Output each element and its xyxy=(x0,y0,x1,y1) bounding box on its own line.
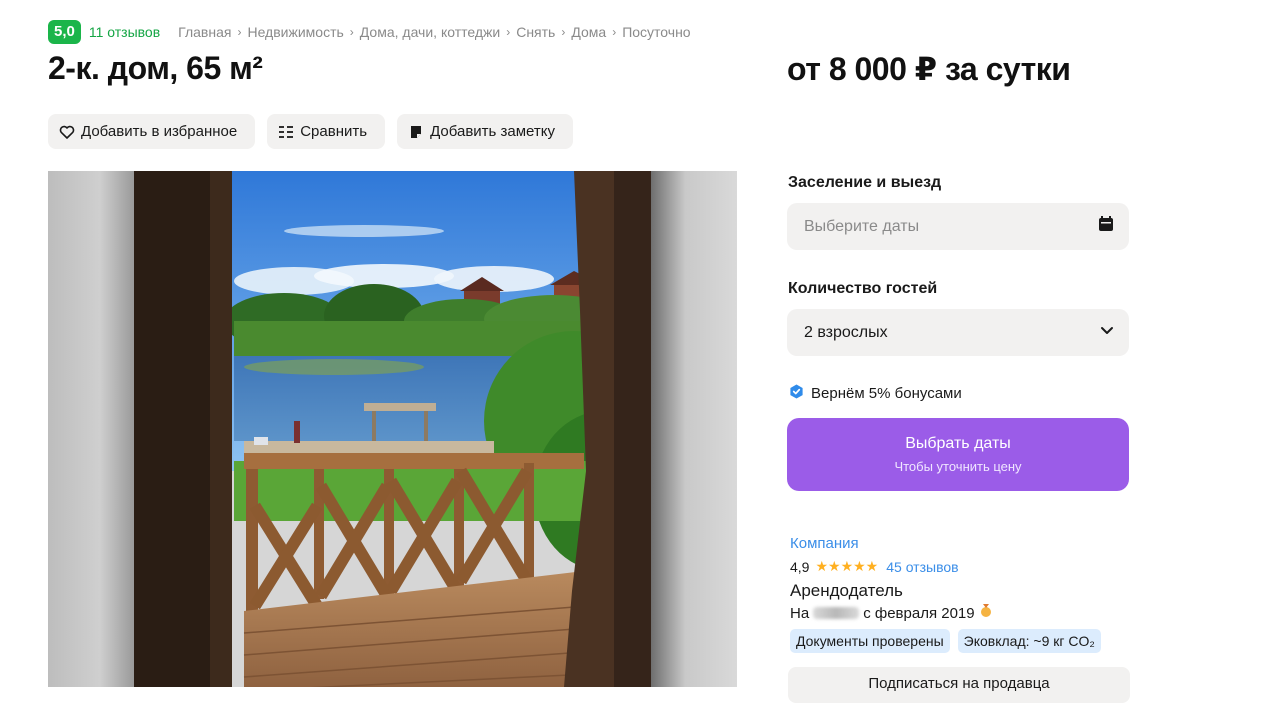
rating-badge: 5,0 xyxy=(48,20,81,44)
guests-value: 2 взрослых xyxy=(804,323,888,341)
heart-icon xyxy=(59,124,75,140)
top-row: 5,0 11 отзывов Главная › Недвижимость › … xyxy=(48,20,691,44)
breadcrumb-item[interactable]: Главная xyxy=(178,24,231,40)
breadcrumb-item[interactable]: Недвижимость xyxy=(247,24,343,40)
seller-rating: 4,9 ★★★★★ 45 отзывов xyxy=(790,558,993,575)
gallery-blur-right xyxy=(651,171,737,687)
bonus-info: Вернём 5% бонусами xyxy=(789,384,962,403)
choose-dates-label: Выбрать даты xyxy=(905,435,1011,452)
reviews-link[interactable]: 11 отзывов xyxy=(89,24,160,40)
breadcrumb-item[interactable]: Посуточно xyxy=(622,24,690,40)
chevron-right-icon: › xyxy=(506,25,511,39)
calendar-icon xyxy=(1097,215,1115,238)
dates-label: Заселение и выезд xyxy=(788,174,942,191)
breadcrumb-item[interactable]: Снять xyxy=(516,24,555,40)
seller-since-prefix: На xyxy=(790,604,810,622)
chevron-right-icon: › xyxy=(237,25,242,39)
chevron-right-icon: › xyxy=(612,25,617,39)
guests-select[interactable]: 2 взрослых xyxy=(787,309,1129,356)
breadcrumb-item[interactable]: Дома xyxy=(571,24,606,40)
seller-rating-value: 4,9 xyxy=(790,558,810,575)
seller-reviews-link[interactable]: 45 отзывов xyxy=(886,559,958,575)
chevron-right-icon: › xyxy=(561,25,566,39)
compare-icon xyxy=(278,124,294,140)
medal-icon xyxy=(979,604,993,622)
seller-since-date: с февраля 2019 xyxy=(863,604,975,622)
star-rating-icon: ★★★★★ xyxy=(815,558,879,574)
seller-type-link[interactable]: Компания xyxy=(790,535,993,552)
dates-placeholder: Выберите даты xyxy=(804,217,920,235)
listing-price: от 8 000 ₽ за сутки xyxy=(787,51,1071,87)
seller-since: На с февраля 2019 xyxy=(790,604,993,622)
bonus-icon xyxy=(789,384,804,403)
action-bar: Добавить в избранное Сравнить Добавить з… xyxy=(48,114,573,149)
compare-label: Сравнить xyxy=(300,123,368,140)
photo-gallery[interactable] xyxy=(48,171,737,687)
listing-photo[interactable] xyxy=(134,171,651,687)
bonus-text: Вернём 5% бонусами xyxy=(811,385,962,402)
dates-picker[interactable]: Выберите даты xyxy=(787,203,1129,250)
add-note-button[interactable]: Добавить заметку xyxy=(397,114,573,149)
breadcrumb-item[interactable]: Дома, дачи, коттеджи xyxy=(360,24,500,40)
note-icon xyxy=(408,124,424,140)
add-to-favorites-label: Добавить в избранное xyxy=(81,123,238,140)
listing-title: 2-к. дом, 65 м² xyxy=(48,50,263,86)
seller-card: Компания 4,9 ★★★★★ 45 отзывов Арендодате… xyxy=(790,535,993,622)
chevron-down-icon xyxy=(1099,322,1115,343)
choose-dates-button[interactable]: Выбрать даты Чтобы уточнить цену xyxy=(787,418,1129,491)
gallery-blur-left xyxy=(48,171,134,687)
seller-tags: Документы проверены Эковклад: ~9 кг CO₂ xyxy=(790,629,1101,653)
documents-verified-badge[interactable]: Документы проверены xyxy=(790,629,950,653)
seller-role: Арендодатель xyxy=(790,581,903,600)
eco-contribution-badge[interactable]: Эковклад: ~9 кг CO₂ xyxy=(957,629,1101,653)
breadcrumb: Главная › Недвижимость › Дома, дачи, кот… xyxy=(178,24,690,40)
choose-dates-sublabel: Чтобы уточнить цену xyxy=(894,459,1022,474)
guests-label: Количество гостей xyxy=(788,280,938,297)
add-note-label: Добавить заметку xyxy=(430,123,555,140)
add-to-favorites-button[interactable]: Добавить в избранное xyxy=(48,114,256,149)
subscribe-seller-button[interactable]: Подписаться на продавца xyxy=(788,667,1130,703)
blurred-brand-name xyxy=(813,607,860,619)
chevron-right-icon: › xyxy=(349,25,354,39)
compare-button[interactable]: Сравнить xyxy=(267,114,386,149)
